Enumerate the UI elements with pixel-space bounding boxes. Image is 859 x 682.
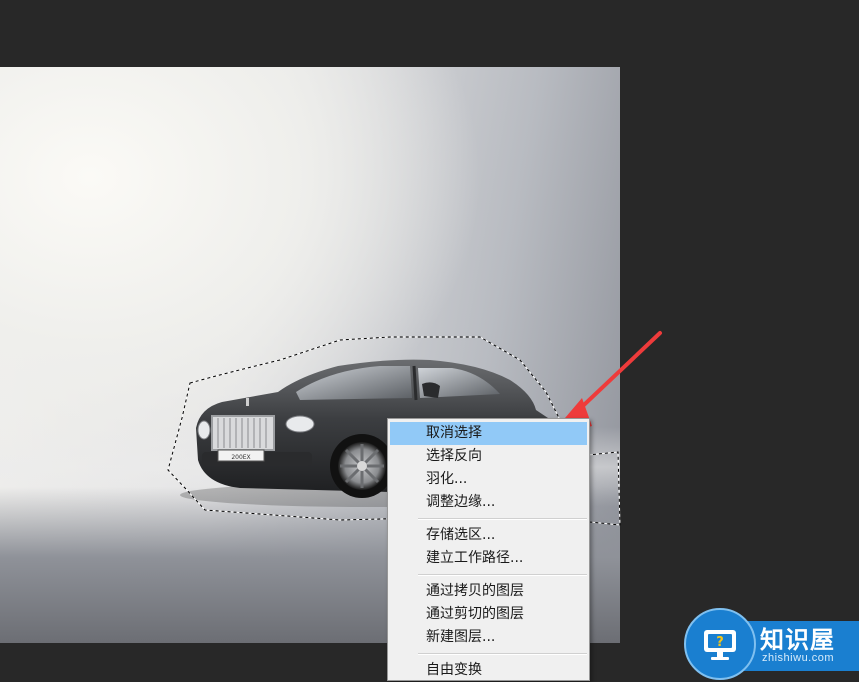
menu-separator (418, 574, 587, 576)
svg-text:?: ? (716, 635, 724, 650)
question-monitor-icon: ? (704, 630, 736, 660)
menu-item-refine-edge[interactable]: 调整边缘... (390, 491, 587, 514)
menu-item-deselect[interactable]: 取消选择 (390, 422, 587, 445)
watermark-logo: ? 知识屋 zhishiwu.com (682, 606, 859, 681)
menu-separator (418, 518, 587, 520)
menu-item-make-work-path[interactable]: 建立工作路径... (390, 547, 587, 570)
watermark-title: 知识屋 (760, 626, 835, 654)
menu-item-layer-via-copy[interactable]: 通过拷贝的图层 (390, 580, 587, 603)
context-menu: 取消选择 选择反向 羽化... 调整边缘... 存储选区... 建立工作路径..… (387, 418, 590, 681)
menu-item-free-transform[interactable]: 自由变换 (390, 659, 587, 682)
menu-item-save-selection[interactable]: 存储选区... (390, 524, 587, 547)
menu-item-new-layer[interactable]: 新建图层... (390, 626, 587, 649)
menu-separator (418, 653, 587, 655)
menu-item-layer-via-cut[interactable]: 通过剪切的图层 (390, 603, 587, 626)
menu-item-feather[interactable]: 羽化... (390, 468, 587, 491)
menu-item-select-inverse[interactable]: 选择反向 (390, 445, 587, 468)
watermark-subtitle: zhishiwu.com (762, 652, 835, 664)
